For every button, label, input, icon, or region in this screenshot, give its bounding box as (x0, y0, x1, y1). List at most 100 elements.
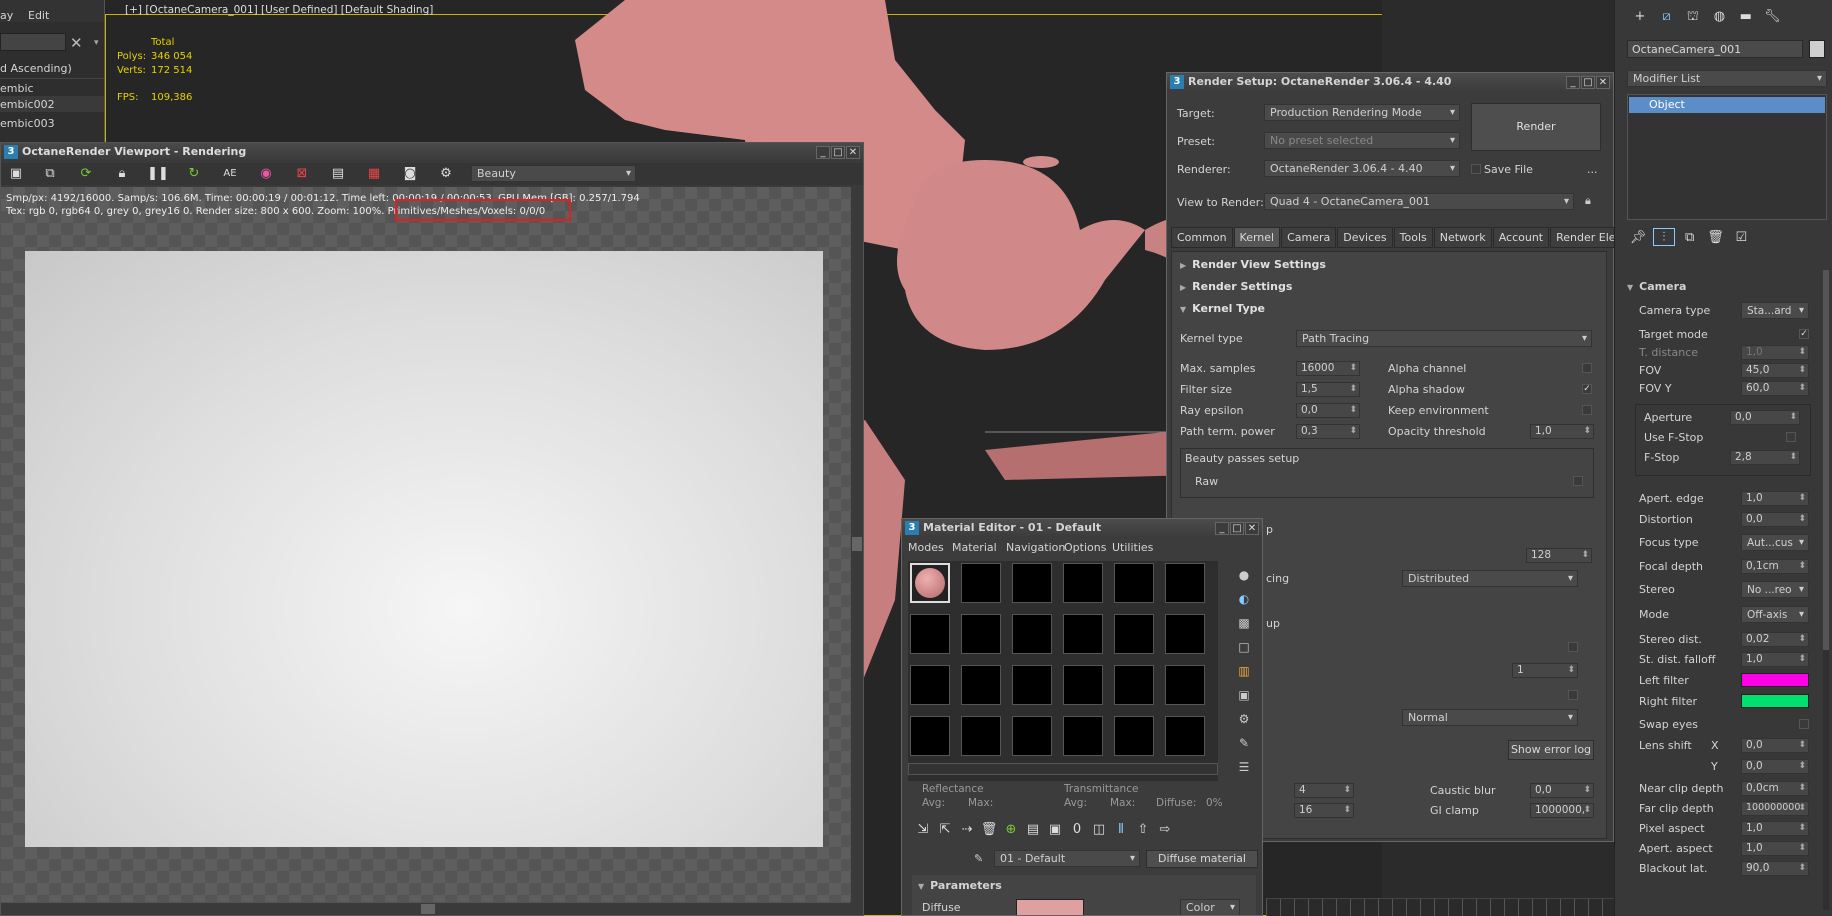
create-icon[interactable]: + (1629, 8, 1651, 26)
close-icon[interactable]: ✕ (70, 34, 83, 52)
select-by-material-icon[interactable]: ✎ (1232, 731, 1256, 755)
value-1-input[interactable]: 1 (1512, 663, 1578, 678)
camera-type-select[interactable]: Sta...ard (1741, 302, 1809, 319)
keep-environment-checkbox[interactable] (1582, 405, 1592, 415)
close-icon[interactable]: ✕ (846, 146, 860, 159)
sample-slot[interactable] (1165, 716, 1205, 756)
film-icon[interactable]: ▤ (327, 165, 349, 183)
use-fstop-checkbox[interactable] (1786, 432, 1796, 442)
sort-label[interactable]: d Ascending) (0, 62, 72, 75)
focal-depth-input[interactable]: 0,1cm (1741, 559, 1809, 574)
lens-y-input[interactable]: 0,0 (1741, 759, 1809, 774)
value-16-input[interactable]: 16 (1294, 803, 1354, 818)
target-select[interactable]: Production Rendering Mode (1264, 104, 1460, 121)
stereo-select[interactable]: No ...reo (1741, 581, 1809, 598)
focus-type-select[interactable]: Aut...cus (1741, 534, 1809, 551)
calendar-icon[interactable]: ▦ (363, 165, 385, 183)
utilities-icon[interactable]: 🔧︎ (1761, 8, 1783, 26)
t-distance-input[interactable]: 1,0 (1741, 345, 1809, 360)
kernel-type-select[interactable]: Path Tracing (1296, 330, 1592, 347)
tab-kernel[interactable]: Kernel (1233, 227, 1281, 248)
fovy-input[interactable]: 60,0 (1741, 381, 1809, 396)
sample-slot-selected[interactable] (910, 563, 950, 603)
modify-icon[interactable]: ⧄ (1655, 8, 1677, 26)
right-filter-swatch[interactable] (1741, 694, 1809, 708)
st-falloff-input[interactable]: 1,0 (1741, 652, 1809, 667)
close-icon[interactable]: ✕ (1245, 522, 1259, 535)
sample-slot[interactable] (1114, 563, 1154, 603)
fov-input[interactable]: 45,0 (1741, 363, 1809, 378)
diffuse-color-swatch[interactable] (1016, 899, 1084, 915)
value-128-input[interactable]: 128 (1526, 548, 1592, 563)
parameters-rollout[interactable]: ▼ Parameters Diffuse Color (912, 875, 1256, 915)
pixel-aspect-input[interactable]: 1,0 (1741, 821, 1809, 836)
sample-slot[interactable] (910, 614, 950, 654)
section-render-view-settings[interactable]: ▶ Render View Settings (1180, 258, 1598, 276)
menu-options[interactable]: Options (1064, 541, 1106, 554)
go-sibling-icon[interactable]: ⇨ (1154, 821, 1176, 839)
tab-tools[interactable]: Tools (1393, 227, 1433, 248)
sample-slot[interactable] (910, 665, 950, 705)
menu-modes[interactable]: Modes (908, 541, 944, 554)
go-parent-icon[interactable]: ⇧ (1132, 821, 1154, 839)
target-mode-checkbox[interactable]: ✓ (1799, 329, 1809, 339)
stereo-dist-input[interactable]: 0,02 (1741, 632, 1809, 647)
lock-icon[interactable]: 🔒︎ (111, 165, 133, 183)
save-image-icon[interactable]: ▣ (5, 165, 27, 183)
apert-edge-input[interactable]: 1,0 (1741, 491, 1809, 506)
sample-slot[interactable] (1012, 614, 1052, 654)
sample-slot[interactable] (910, 716, 950, 756)
sample-slot[interactable] (1063, 563, 1103, 603)
sample-slot[interactable] (961, 716, 1001, 756)
show-error-log-button[interactable]: Show error log (1508, 740, 1594, 760)
option-checkbox[interactable] (1568, 642, 1578, 652)
more-button[interactable]: ... (1587, 163, 1598, 176)
tab-devices[interactable]: Devices (1337, 227, 1393, 248)
options-icon[interactable]: ⚙ (1232, 707, 1256, 731)
blackout-input[interactable]: 90,0 (1741, 861, 1809, 876)
material-type-button[interactable]: Diffuse material (1146, 850, 1258, 868)
distributed-select[interactable]: Distributed (1402, 570, 1578, 587)
display-icon[interactable]: ▬ (1735, 8, 1757, 26)
color-wheel-icon[interactable]: ◉ (255, 165, 277, 183)
menu-ay[interactable]: ay (0, 9, 13, 22)
sample-slot[interactable] (961, 614, 1001, 654)
make-unique-icon[interactable]: ⧉ (1679, 229, 1701, 247)
render-setup-titlebar[interactable]: 3 Render Setup: OctaneRender 3.06.4 - 4.… (1167, 73, 1613, 91)
slots-hscroll[interactable] (908, 763, 1218, 775)
tab-camera[interactable]: Camera (1281, 227, 1337, 248)
copy-icon[interactable]: ⧉ (39, 165, 61, 183)
close-icon[interactable]: ✕ (1596, 76, 1610, 89)
sample-slot[interactable] (1114, 614, 1154, 654)
object-name-input[interactable]: OctaneCamera_001 (1627, 40, 1803, 58)
sample-slot[interactable] (1165, 614, 1205, 654)
view-to-render-select[interactable]: Quad 4 - OctaneCamera_001 (1264, 193, 1574, 210)
sample-slot[interactable] (961, 665, 1001, 705)
motion-icon[interactable]: ◍ (1708, 8, 1730, 26)
fstop-input[interactable]: 2,8 (1730, 450, 1800, 465)
far-clip-input[interactable]: 100000000 (1741, 801, 1809, 816)
menu-edit[interactable]: Edit (28, 9, 49, 22)
refresh-icon[interactable]: ↻ (183, 165, 205, 183)
material-name-select[interactable]: 01 - Default (994, 850, 1140, 867)
alpha-channel-checkbox[interactable] (1582, 363, 1592, 373)
sample-slot[interactable] (1114, 665, 1154, 705)
max-samples-input[interactable]: 16000 (1296, 361, 1360, 376)
maximize-icon[interactable]: □ (831, 146, 845, 159)
scrollbar-thumb[interactable] (1823, 270, 1829, 650)
put-library-icon[interactable]: ▤ (1022, 821, 1044, 839)
render-button[interactable]: Render (1471, 103, 1601, 151)
normal-select[interactable]: Normal (1402, 709, 1578, 726)
swap-eyes-checkbox[interactable] (1799, 719, 1809, 729)
caustic-blur-input[interactable]: 0,0 (1530, 783, 1594, 798)
aperture-input[interactable]: 0,0 (1730, 410, 1800, 425)
hierarchy-icon[interactable]: ⛫ (1682, 8, 1704, 26)
delete-icon[interactable]: 🗑︎ (978, 821, 1000, 839)
color-mode-select[interactable]: Color (1180, 899, 1240, 915)
sample-slot[interactable] (1063, 614, 1103, 654)
gi-clamp-input[interactable]: 1000000, (1530, 803, 1594, 818)
path-term-input[interactable]: 0,3 (1296, 424, 1360, 439)
left-filter-swatch[interactable] (1741, 673, 1809, 687)
tab-network[interactable]: Network (1433, 227, 1492, 248)
sample-slot[interactable] (1063, 665, 1103, 705)
